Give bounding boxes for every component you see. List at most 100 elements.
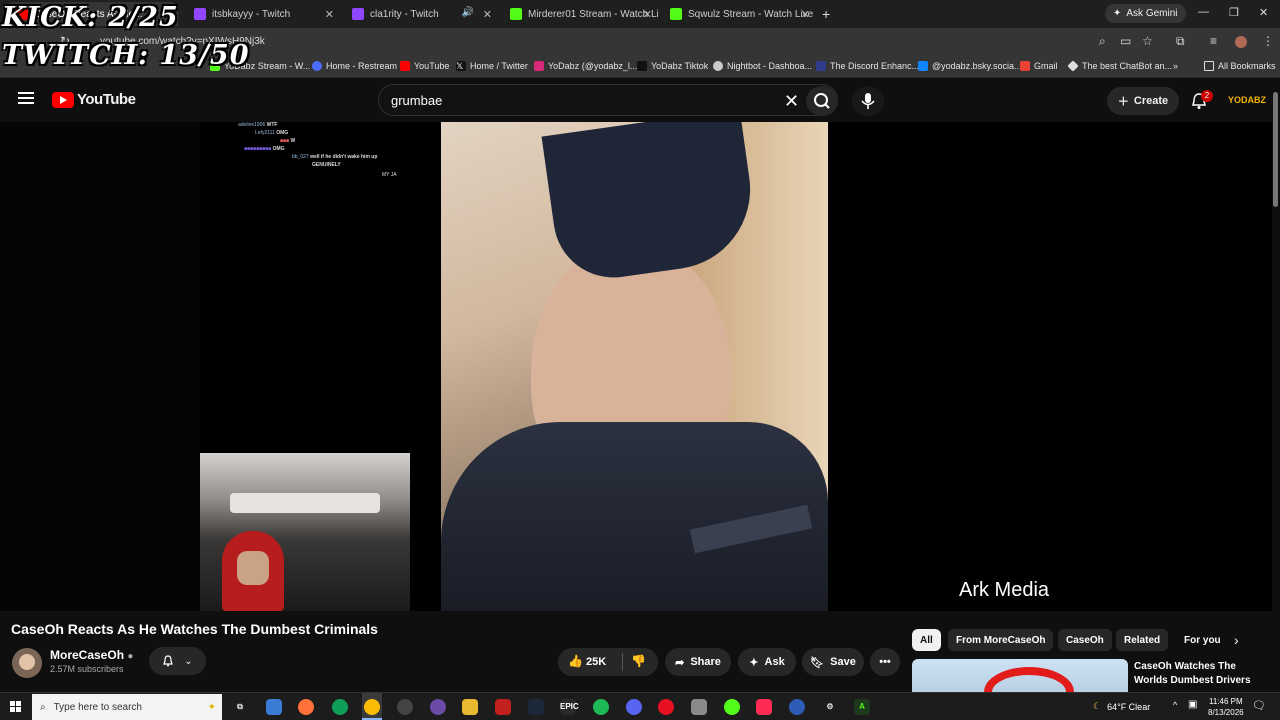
tiktok-app-icon[interactable] xyxy=(756,699,772,715)
search-input[interactable]: grumbae xyxy=(391,93,442,108)
close-window-icon[interactable]: ✕ xyxy=(1259,6,1268,19)
search-button[interactable] xyxy=(806,86,838,116)
windows-start-icon[interactable] xyxy=(10,701,22,713)
video-player[interactable]: adeline1906 WTF Lefy2111 OMG ■■■ W ■■■■■… xyxy=(0,122,1272,611)
recommended-video-title[interactable]: CaseOh Watches The Worlds Dumbest Driver… xyxy=(1134,660,1264,688)
chip-from-morecaseoh[interactable]: From MoreCaseOh xyxy=(948,629,1054,651)
like-button[interactable]: 👍 xyxy=(568,654,583,668)
epic-games-icon[interactable]: EPIC xyxy=(560,699,579,715)
bookmark-item[interactable]: Nightbot - Dashboa... xyxy=(713,61,812,71)
obs-icon[interactable] xyxy=(397,699,413,715)
bookmark-item[interactable]: The best ChatBot an... xyxy=(1067,60,1172,72)
subscribed-notifications-button[interactable]: ⌄ xyxy=(149,647,206,675)
chip-caseoh[interactable]: CaseOh xyxy=(1058,629,1112,651)
bookmark-item[interactable]: @yodabz.bsky.socia... xyxy=(918,61,1022,71)
search-box[interactable]: grumbae ✕ xyxy=(378,84,838,116)
spotify-icon[interactable] xyxy=(593,699,609,715)
steam-icon[interactable] xyxy=(528,699,544,715)
chrome-icon[interactable] xyxy=(364,699,380,715)
close-icon[interactable]: ✕ xyxy=(325,8,334,21)
maximize-icon[interactable]: ❐ xyxy=(1229,6,1239,19)
close-icon[interactable]: ✕ xyxy=(643,8,652,21)
save-label: Save xyxy=(830,656,856,668)
dislike-button[interactable]: 👎 xyxy=(631,654,646,668)
app-icon[interactable] xyxy=(430,699,446,715)
chip-related[interactable]: Related xyxy=(1116,629,1169,651)
taskbar-search-box[interactable]: ⌕ Type here to search ✦ xyxy=(32,694,222,720)
bookmark-item[interactable]: Gmail xyxy=(1020,61,1058,71)
discord-enhancement-icon xyxy=(816,61,826,71)
diamond-icon xyxy=(1067,60,1079,72)
channel-avatar[interactable] xyxy=(12,648,42,678)
close-icon[interactable]: ✕ xyxy=(801,8,810,21)
menu-icon[interactable]: ⋮ xyxy=(1262,34,1274,48)
app-red-icon[interactable] xyxy=(495,699,511,715)
tab-label: Mirderer01 Stream - Watch Live xyxy=(528,8,658,20)
kick-app-icon[interactable] xyxy=(724,699,740,715)
app-icon-3[interactable] xyxy=(691,699,707,715)
recommended-video-thumbnail[interactable] xyxy=(912,659,1128,694)
app-icon-5[interactable]: A xyxy=(854,699,870,715)
chevron-right-icon[interactable]: › xyxy=(1234,632,1239,648)
video-title: CaseOh Reacts As He Watches The Dumbest … xyxy=(11,621,378,637)
extensions-icon[interactable]: ⧉ xyxy=(1176,34,1185,49)
create-button[interactable]: ＋ Create xyxy=(1107,87,1179,115)
discord-icon[interactable] xyxy=(626,699,642,715)
youtube-logo[interactable]: YouTube xyxy=(52,91,136,108)
close-icon[interactable]: ✕ xyxy=(483,8,492,21)
tab-twitch-itsbkayyy[interactable]: itsbkayyy - Twitch ✕ xyxy=(184,2,340,26)
bookmark-item[interactable]: The Discord Enhanc... xyxy=(816,61,919,71)
bookmark-item[interactable]: YoDabz Tiktok xyxy=(637,61,708,71)
speaker-icon[interactable]: 🔊 xyxy=(462,7,474,18)
bookmarks-more-icon[interactable]: » xyxy=(1173,61,1178,71)
app-icon-2[interactable] xyxy=(658,699,674,715)
network-icon[interactable]: ▣ xyxy=(1188,699,1197,710)
bookmark-label: Home / Twitter xyxy=(470,61,528,71)
chat-line: Lefy2111 OMG xyxy=(255,130,289,136)
account-avatar[interactable]: YODABZ xyxy=(1228,95,1266,105)
more-actions-button[interactable]: ••• xyxy=(870,648,900,676)
bookmark-star-icon[interactable]: ☆ xyxy=(1142,34,1153,48)
zoom-icon[interactable]: ⌕ xyxy=(1099,34,1106,49)
firefox-icon[interactable] xyxy=(298,699,314,715)
channel-name[interactable]: MoreCaseOh ● xyxy=(50,648,133,662)
search-icon xyxy=(814,93,830,109)
notification-center-icon[interactable]: 🗨 xyxy=(1252,699,1266,712)
media-icon[interactable]: ≡ xyxy=(1210,34,1217,48)
weather-widget[interactable]: ☾ 64°F Clear xyxy=(1093,701,1150,712)
tab-kick-sqwulz[interactable]: Sqwulz Stream - Watch Live on ✕ xyxy=(660,2,816,26)
tab-kick-mirderer01[interactable]: Mirderer01 Stream - Watch Live ✕ xyxy=(500,2,658,26)
bookmark-item[interactable]: Home - Restream xyxy=(312,61,397,71)
taskbar-clock[interactable]: 11:46 PM 8/13/2026 xyxy=(1208,696,1244,718)
copilot-icon[interactable] xyxy=(266,699,282,715)
chip-all[interactable]: All xyxy=(912,629,941,651)
cast-icon[interactable]: ▭ xyxy=(1120,34,1131,48)
edge-icon[interactable] xyxy=(332,699,348,715)
profile-avatar[interactable] xyxy=(1235,36,1247,48)
bookmark-item[interactable]: YoDabz (@yodabz_l... xyxy=(534,61,637,71)
all-bookmarks-button[interactable]: All Bookmarks xyxy=(1204,61,1276,71)
tray-overflow-icon[interactable]: ^ xyxy=(1173,700,1177,710)
chip-for-you[interactable]: For you xyxy=(1176,629,1229,651)
share-button[interactable]: ➦ Share xyxy=(665,648,731,676)
ask-button[interactable]: ✦ Ask xyxy=(738,648,796,676)
bookmark-item[interactable]: 𝕏 Home / Twitter xyxy=(456,61,528,71)
app-icon-4[interactable] xyxy=(789,699,805,715)
new-tab-button[interactable]: + xyxy=(822,6,830,22)
voice-search-button[interactable] xyxy=(852,86,884,116)
save-button[interactable]: 🔖︎ Save xyxy=(802,648,864,676)
chat-line: ■■■■■■■■■ OMG xyxy=(244,146,285,152)
tab-twitch-cla1rity[interactable]: cla1rity - Twitch 🔊 ✕ xyxy=(342,2,498,26)
microphone-icon xyxy=(861,93,875,109)
minimize-icon[interactable]: — xyxy=(1198,6,1209,18)
hamburger-menu-icon[interactable] xyxy=(18,92,34,104)
scrollbar-thumb[interactable] xyxy=(1273,92,1278,207)
task-view-icon[interactable]: ⧉ xyxy=(232,699,248,715)
ask-gemini-button[interactable]: ✦ Ask Gemini xyxy=(1105,4,1186,23)
youtube-play-icon xyxy=(52,91,74,108)
settings-gear-icon[interactable]: ⚙ xyxy=(822,699,838,715)
bookmark-item[interactable]: YouTube xyxy=(400,61,449,71)
clear-search-icon[interactable]: ✕ xyxy=(784,91,799,112)
windows-taskbar: ⌕ Type here to search ✦ ⧉ EPIC ⚙ A ☾ 64°… xyxy=(0,692,1280,720)
file-explorer-icon[interactable] xyxy=(462,699,478,715)
